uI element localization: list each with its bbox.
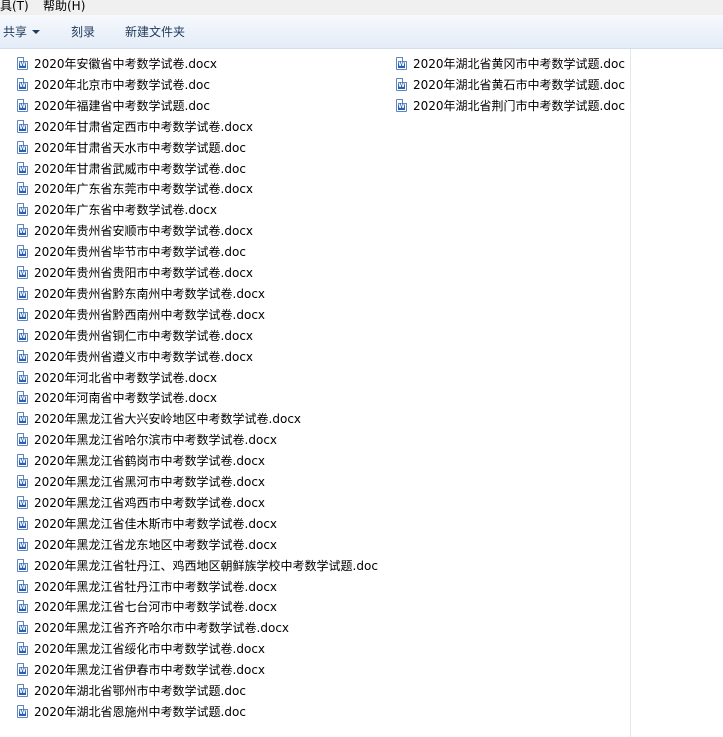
file-name: 2020年贵州省黔东南州中考数学试卷.docx bbox=[34, 286, 266, 301]
word-doc-icon: W bbox=[17, 370, 28, 384]
word-doc-icon: W bbox=[17, 516, 28, 530]
word-doc-icon: W bbox=[17, 537, 28, 551]
file-name: 2020年甘肃省定西市中考数学试卷.docx bbox=[34, 119, 254, 134]
file-name: 2020年贵州省铜仁市中考数学试卷.docx bbox=[34, 328, 254, 343]
menu-tools[interactable]: 具(T) bbox=[0, 0, 29, 14]
new-folder-label: 新建文件夹 bbox=[125, 25, 186, 39]
word-doc-icon: W bbox=[17, 161, 28, 175]
word-doc-icon: W bbox=[17, 119, 28, 133]
word-doc-icon: W bbox=[17, 621, 28, 635]
word-doc-icon: W bbox=[17, 203, 28, 217]
burn-button[interactable]: 刻录 bbox=[71, 24, 95, 40]
word-doc-icon: W bbox=[17, 600, 28, 614]
word-doc-icon: W bbox=[17, 77, 28, 91]
word-doc-icon: W bbox=[17, 454, 28, 468]
new-folder-button[interactable]: 新建文件夹 bbox=[125, 24, 185, 40]
word-doc-icon: W bbox=[17, 495, 28, 509]
word-doc-icon: W bbox=[17, 224, 28, 238]
word-doc-icon: W bbox=[17, 391, 28, 405]
word-doc-icon: W bbox=[17, 245, 28, 259]
file-name: 2020年安徽省中考数学试卷.docx bbox=[34, 57, 218, 71]
word-doc-icon: W bbox=[17, 182, 28, 196]
file-name: 2020年黑龙江省佳木斯市中考数学试卷.docx bbox=[34, 516, 278, 531]
chevron-down-icon bbox=[32, 30, 41, 34]
burn-label: 刻录 bbox=[71, 25, 96, 39]
word-doc-icon: W bbox=[17, 433, 28, 447]
word-doc-icon: W bbox=[396, 57, 407, 70]
file-name: 2020年河北省中考数学试卷.docx bbox=[34, 370, 218, 385]
file-name: 2020年黑龙江省黑河市中考数学试卷.docx bbox=[34, 475, 266, 489]
file-name: 2020年贵州省安顺市中考数学试卷.docx bbox=[34, 224, 254, 239]
word-doc-icon: W bbox=[17, 57, 28, 70]
word-doc-icon: W bbox=[17, 663, 28, 677]
file-name: 2020年黑龙江省大兴安岭地区中考数学试卷.docx bbox=[34, 412, 302, 427]
word-doc-icon: W bbox=[17, 475, 28, 488]
file-name: 2020年黑龙江省绥化市中考数学试卷.docx bbox=[34, 642, 266, 657]
share-label: 共享 bbox=[3, 25, 28, 39]
file-name: 2020年湖北省黄石市中考数学试题.doc bbox=[413, 77, 625, 92]
file-name: 2020年甘肃省天水市中考数学试题.doc bbox=[34, 140, 246, 155]
word-doc-icon: W bbox=[17, 642, 28, 656]
word-doc-icon: W bbox=[17, 328, 28, 342]
share-button[interactable]: 共享 bbox=[3, 24, 41, 40]
word-doc-icon: W bbox=[17, 140, 28, 154]
file-name: 2020年湖北省荆门市中考数学试题.doc bbox=[413, 98, 625, 113]
file-name: 2020年黑龙江省齐齐哈尔市中考数学试卷.docx bbox=[34, 621, 290, 636]
file-name: 2020年湖北省恩施州中考数学试题.doc bbox=[34, 704, 246, 719]
file-name: 2020年广东省东莞市中考数学试卷.docx bbox=[34, 182, 254, 197]
word-doc-icon: W bbox=[17, 98, 28, 112]
file-name: 2020年湖北省黄冈市中考数学试题.doc bbox=[413, 57, 625, 71]
file-name: 2020年福建省中考数学试题.doc bbox=[34, 98, 210, 113]
file-name: 2020年黑龙江省鹤岗市中考数学试卷.docx bbox=[34, 454, 266, 469]
word-doc-icon: W bbox=[396, 77, 407, 91]
file-name: 2020年黑龙江省龙东地区中考数学试卷.docx bbox=[34, 537, 278, 552]
file-name: 2020年北京市中考数学试卷.doc bbox=[34, 77, 210, 92]
file-name: 2020年广东省中考数学试卷.docx bbox=[34, 203, 218, 218]
word-doc-icon: W bbox=[17, 579, 28, 593]
file-name: 2020年贵州省遵义市中考数学试卷.docx bbox=[34, 349, 254, 364]
file-name: 2020年黑龙江省牡丹江市中考数学试卷.docx bbox=[34, 579, 278, 594]
file-name: 2020年黑龙江省七台河市中考数学试卷.docx bbox=[34, 600, 278, 615]
file-name: 2020年黑龙江省牡丹江、鸡西地区朝鲜族学校中考数学试题.doc bbox=[34, 558, 378, 573]
file-name: 2020年贵州省黔西南州中考数学试卷.docx bbox=[34, 307, 266, 322]
pane-divider bbox=[630, 49, 631, 737]
word-doc-icon: W bbox=[17, 412, 28, 426]
file-name: 2020年河南省中考数学试卷.docx bbox=[34, 391, 218, 406]
file-name: 2020年黑龙江省哈尔滨市中考数学试卷.docx bbox=[34, 433, 278, 448]
file-name: 2020年贵州省贵阳市中考数学试卷.docx bbox=[34, 266, 254, 280]
word-doc-icon: W bbox=[17, 286, 28, 300]
word-doc-icon: W bbox=[396, 98, 407, 112]
file-name: 2020年湖北省鄂州市中考数学试题.doc bbox=[34, 684, 246, 698]
file-name: 2020年贵州省毕节市中考数学试卷.doc bbox=[34, 245, 246, 260]
word-doc-icon: W bbox=[17, 307, 28, 321]
menu-help[interactable]: 帮助(H) bbox=[43, 0, 85, 14]
menu-bar: 具(T) 帮助(H) bbox=[0, 0, 723, 15]
file-list: W 2020年安徽省中考数学试卷.docx W 2020年北京市中考数学试卷.doc W… bbox=[0, 49, 630, 737]
file-name: 2020年黑龙江省伊春市中考数学试卷.docx bbox=[34, 663, 266, 678]
word-doc-icon: W bbox=[17, 349, 28, 363]
file-name: 2020年甘肃省武威市中考数学试卷.doc bbox=[34, 161, 246, 176]
word-doc-icon: W bbox=[17, 266, 28, 279]
word-doc-icon: W bbox=[17, 704, 28, 718]
file-name: 2020年黑龙江省鸡西市中考数学试卷.docx bbox=[34, 495, 266, 510]
word-doc-icon: W bbox=[17, 684, 28, 697]
command-toolbar: 共享 刻录 新建文件夹 bbox=[0, 15, 723, 49]
word-doc-icon: W bbox=[17, 558, 28, 572]
